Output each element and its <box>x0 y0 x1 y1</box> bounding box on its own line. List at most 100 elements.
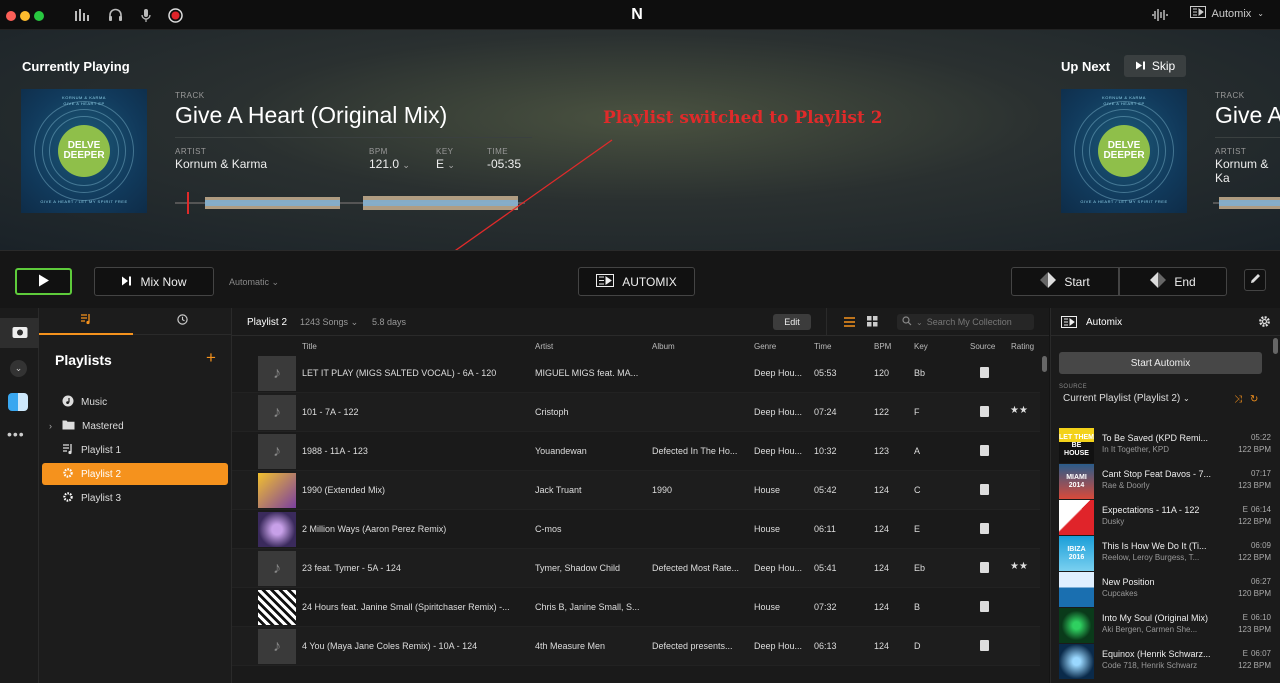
skip-button[interactable]: Skip <box>1124 55 1186 77</box>
gear-icon[interactable] <box>1258 315 1271 331</box>
col-album[interactable]: Album <box>652 342 675 351</box>
list-scrollbar[interactable] <box>1042 356 1047 372</box>
file-source-icon <box>980 562 989 573</box>
cell-artist: Tymer, Shadow Child <box>535 563 621 573</box>
queue-item[interactable]: MIAMI 2014 Cant Stop Feat Davos - 7... Rae… <box>1059 464 1273 500</box>
queue-item[interactable]: Equinox (Henrik Schwarz... Code 718, Henr… <box>1059 644 1273 680</box>
queue-item[interactable]: Into My Soul (Original Mix) Aki Bergen, C… <box>1059 608 1273 644</box>
queue-bpm: 122 BPM <box>1238 661 1271 670</box>
tab-playlists[interactable] <box>39 308 133 335</box>
cell-rating[interactable]: ★★ <box>1010 405 1040 416</box>
queue-item[interactable]: New Position Cupcakes 120 BPM 06:27 <box>1059 572 1273 608</box>
expand-button[interactable]: ⌄ <box>10 360 27 377</box>
cell-bpm: 122 <box>874 407 890 417</box>
next-artist: Kornum & Ka <box>1215 157 1269 185</box>
search-field[interactable]: ⌄ Search My Collection <box>897 314 1034 330</box>
col-bpm[interactable]: BPM <box>874 342 891 351</box>
track-artwork: ♪ <box>258 434 296 469</box>
record-icon[interactable] <box>167 7 183 23</box>
close-window-button[interactable] <box>6 11 16 21</box>
source-dropdown[interactable]: Current Playlist (Playlist 2) ⌄ <box>1063 393 1190 404</box>
song-count-dropdown[interactable]: 1243 Songs ⌄ <box>300 317 358 328</box>
repeat-icon[interactable]: ↻ <box>1250 394 1258 405</box>
start-automix-button[interactable]: Start Automix <box>1059 352 1262 374</box>
cell-genre: House <box>754 485 781 495</box>
waveform-icon[interactable] <box>1151 7 1169 23</box>
cell-title: 2 Million Ways (Aaron Perez Remix) <box>302 524 447 534</box>
col-time[interactable]: Time <box>814 342 831 351</box>
microphone-icon[interactable] <box>139 7 153 23</box>
current-key[interactable]: E ⌄ <box>436 157 455 171</box>
table-row[interactable]: 1990 (Extended Mix) Jack Truant 1990 House 0… <box>232 471 1040 510</box>
table-row[interactable]: ♪ 23 feat. Tymer - 5A - 124 Tymer, Shadow … <box>232 549 1040 588</box>
sidebar-item-playlist-3[interactable]: Playlist 3 <box>42 487 228 509</box>
table-row[interactable]: ♪ 1988 - 11A - 123 Youandewan Defected In T… <box>232 432 1040 471</box>
table-row[interactable]: ♪ 4 You (Maya Jane Coles Remix) - 10A - 1… <box>232 627 1040 666</box>
col-rating[interactable]: Rating <box>1011 342 1034 351</box>
col-source[interactable]: Source <box>970 342 995 351</box>
list-view-icon[interactable] <box>844 317 855 330</box>
queue-item[interactable]: IBIZA 2016 This Is How We Do It (Ti... Ree… <box>1059 536 1273 572</box>
play-button[interactable] <box>15 268 72 295</box>
mix-mode-dropdown[interactable]: Automatic ⌄ <box>229 277 279 288</box>
queue-item[interactable]: Expectations - 11A - 122 Dusky 122 BPM E 06:… <box>1059 500 1273 536</box>
add-playlist-button[interactable]: + <box>206 348 216 368</box>
sidebar-item-playlist-2[interactable]: Playlist 2 <box>42 463 228 485</box>
minimize-window-button[interactable] <box>20 11 30 21</box>
cell-rating[interactable]: ★★ <box>1010 561 1040 572</box>
col-title[interactable]: Title <box>302 342 317 351</box>
sidebar-item-mastered[interactable]: › Mastered <box>42 415 228 437</box>
chevron-right-icon[interactable]: › <box>49 421 52 431</box>
queue-artwork: IBIZA 2016 <box>1059 536 1094 571</box>
chevron-down-icon: ⌄ <box>447 160 455 170</box>
queue-artwork: LET THEM BE HOUSE <box>1059 428 1094 463</box>
queue-item[interactable]: LET THEM BE HOUSE To Be Saved (KPD Remi..… <box>1059 428 1273 464</box>
left-rail: ⌄ ••• <box>0 308 39 683</box>
col-genre[interactable]: Genre <box>754 342 776 351</box>
table-row[interactable]: ♪ LET IT PLAY (MIGS SALTED VOCAL) - 6A - … <box>232 354 1040 393</box>
rail-camera-button[interactable] <box>0 318 39 348</box>
col-key[interactable]: Key <box>914 342 928 351</box>
headphones-icon[interactable] <box>107 7 123 23</box>
cell-title: 1990 (Extended Mix) <box>302 485 386 495</box>
table-row[interactable]: ♪ 101 - 7A - 122 Cristoph Deep Hou... 07:24 1… <box>232 393 1040 432</box>
library-icon[interactable] <box>74 7 90 23</box>
track-artwork <box>258 590 296 625</box>
current-waveform[interactable] <box>175 192 525 214</box>
track-artwork: ♪ <box>258 395 296 430</box>
chevron-down-icon: ⌄ <box>1257 9 1264 18</box>
cell-bpm: 120 <box>874 368 890 378</box>
table-row[interactable]: 24 Hours feat. Janine Small (Spiritchase… <box>232 588 1040 627</box>
sidebar-item-label: Mastered <box>82 420 124 432</box>
cell-album: Defected In The Ho... <box>652 446 738 456</box>
sidebar-item-playlist-1[interactable]: Playlist 1 <box>42 439 228 461</box>
finder-icon[interactable] <box>8 393 28 411</box>
shuffle-icon[interactable]: ⤨ <box>1234 394 1242 405</box>
queue-title: This Is How We Do It (Ti... <box>1102 541 1207 551</box>
maximize-window-button[interactable] <box>34 11 44 21</box>
cell-album: Defected Most Rate... <box>652 563 740 573</box>
automix-menu[interactable]: Automix ⌄ <box>1189 6 1264 21</box>
sidebar-item-music[interactable]: Music <box>42 391 228 413</box>
queue-title: To Be Saved (KPD Remi... <box>1102 433 1209 443</box>
automix-button[interactable]: AUTOMIX <box>578 267 695 296</box>
tab-history[interactable] <box>133 308 232 335</box>
more-icon[interactable]: ••• <box>7 426 25 442</box>
queue-time-value: 06:10 <box>1250 613 1271 622</box>
automix-title: Automix <box>1086 317 1123 328</box>
col-artist[interactable]: Artist <box>535 342 553 351</box>
end-button[interactable]: End <box>1119 267 1227 296</box>
grid-view-icon[interactable] <box>867 316 878 330</box>
cell-time: 06:13 <box>814 641 837 651</box>
mix-now-button[interactable]: Mix Now <box>94 267 214 296</box>
queue-time: 05:22 <box>1248 433 1271 442</box>
queue-scrollbar[interactable] <box>1273 338 1278 354</box>
start-button[interactable]: Start <box>1011 267 1119 296</box>
edit-button[interactable]: Edit <box>773 314 811 330</box>
table-row[interactable]: 2 Million Ways (Aaron Perez Remix) C-mos H… <box>232 510 1040 549</box>
track-artwork: ♪ <box>258 356 296 391</box>
cell-bpm: 123 <box>874 446 890 456</box>
music-note-icon: ♪ <box>273 442 281 460</box>
current-bpm[interactable]: 121.0 ⌄ <box>369 157 410 171</box>
edit-pencil-button[interactable] <box>1244 269 1266 291</box>
